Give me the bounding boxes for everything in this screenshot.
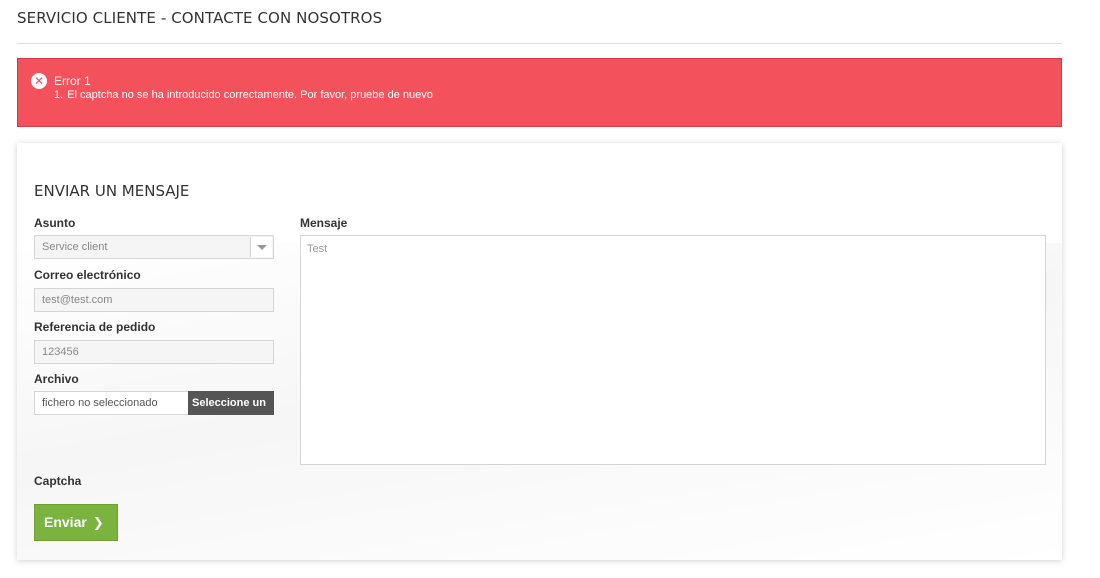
subject-select-value: Service client — [42, 241, 108, 253]
subject-select[interactable]: Service client — [34, 235, 274, 259]
alert-message: 1. El captcha no se ha introducido correc… — [54, 89, 433, 101]
subject-label: Asunto — [34, 216, 76, 230]
chevron-right-icon: ❯ — [92, 516, 104, 531]
close-circle-icon: ✕ — [31, 73, 47, 89]
alert-message-text: El captcha no se ha introducido correcta… — [67, 89, 433, 101]
submit-button-label: Enviar — [44, 514, 87, 530]
title-divider — [17, 43, 1062, 44]
order-reference-field[interactable]: 123456 — [34, 340, 274, 364]
captcha-label: Captcha — [34, 474, 82, 488]
file-label: Archivo — [34, 372, 79, 386]
alert-message-number: 1. — [54, 89, 64, 101]
email-field[interactable]: test@test.com — [34, 288, 274, 312]
file-select-button[interactable]: Seleccione un — [188, 391, 274, 415]
alert-title: Error 1 — [54, 74, 91, 88]
chevron-down-icon[interactable] — [250, 237, 272, 257]
message-label: Mensaje — [300, 216, 348, 230]
error-alert: ✕ Error 1 1. El captcha no se ha introduc… — [17, 58, 1062, 127]
message-textarea[interactable]: Test — [300, 235, 1046, 465]
form-heading: ENVIAR UN MENSAJE — [34, 182, 190, 200]
order-reference-label: Referencia de pedido — [34, 320, 156, 334]
submit-button[interactable]: Enviar ❯ — [34, 504, 118, 541]
email-label: Correo electrónico — [34, 268, 141, 282]
contact-form-card: ENVIAR UN MENSAJE Asunto Service client … — [17, 143, 1062, 560]
file-name-display[interactable]: fichero no seleccionado — [34, 391, 188, 415]
page-title: SERVICIO CLIENTE - CONTACTE CON NOSOTROS — [17, 9, 383, 27]
